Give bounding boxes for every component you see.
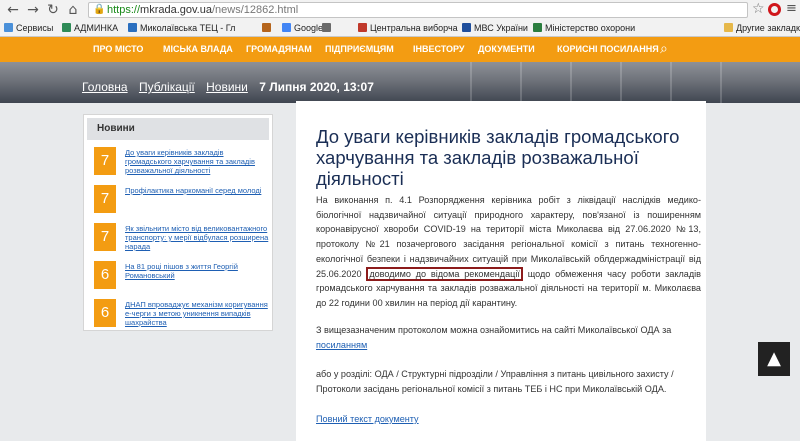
breadcrumb-publications[interactable]: Публікації [139, 80, 195, 94]
search-icon[interactable]: ⌕ [660, 41, 668, 58]
browser-chrome: ← → ↻ ⌂ 🔒 https://mkrada.gov.ua/news/128… [0, 0, 800, 37]
date-badge: 7 [94, 147, 116, 175]
breadcrumb-home[interactable]: Головна [82, 80, 128, 94]
news-sidebar: Новини 7 До уваги керівників закладів гр… [83, 114, 273, 331]
news-link[interactable]: Як звільнити місто від великовантажного … [125, 224, 270, 251]
arrow-up-icon: ▲ [767, 348, 781, 369]
bookmark-item[interactable]: Миколаївська ТЕЦ - Гл [128, 22, 235, 34]
bookmark-icon [462, 23, 471, 32]
forward-icon[interactable]: → [24, 1, 42, 19]
date-badge: 7 [94, 185, 116, 213]
breadcrumb-news[interactable]: Новини [206, 80, 248, 94]
google-icon [282, 23, 291, 32]
bookmark-item[interactable] [262, 22, 274, 34]
news-list-item: 7 Профілактика наркоманії серед молоді [94, 185, 270, 215]
main-nav: ПРО МІСТО МІСЬКА ВЛАДА ГРОМАДЯНАМ ПІДПРИ… [0, 37, 800, 62]
address-bar[interactable]: 🔒 https://mkrada.gov.ua/news/12862.html [88, 2, 748, 18]
news-list-item: 7 До уваги керівників закладів громадськ… [94, 147, 270, 177]
apps-icon [4, 23, 13, 32]
bookmark-item[interactable] [322, 22, 334, 34]
home-icon[interactable]: ⌂ [64, 1, 82, 19]
article: До уваги керівників закладів громадськог… [296, 101, 706, 441]
paragraph-text: З вищезазначеним протоколом можна ознайо… [316, 325, 672, 335]
news-link[interactable]: ДНАП впроваджує механізм коригування е-ч… [125, 300, 270, 327]
article-paragraph: На виконання п. 4.1 Розпорядження керівн… [316, 193, 701, 311]
bookmark-item[interactable]: Google [282, 22, 323, 34]
url-host: mkrada.gov.ua [140, 4, 212, 16]
news-link[interactable]: На 81 році пішов з життя Георгій Романов… [125, 262, 270, 280]
article-title: До уваги керівників закладів громадськог… [316, 126, 680, 189]
article-paragraph: З вищезазначеним протоколом можна ознайо… [316, 323, 701, 352]
bookmark-item[interactable]: МВС України [462, 22, 528, 34]
back-icon[interactable]: ← [4, 1, 22, 19]
highlighted-text: доводимо до відома рекомендації [366, 266, 523, 281]
bookmark-icon [262, 23, 271, 32]
nav-item-documents[interactable]: ДОКУМЕНТИ [478, 37, 535, 62]
url-scheme: https:// [107, 4, 141, 16]
bookmark-icon [322, 23, 331, 32]
nav-item-city-government[interactable]: МІСЬКА ВЛАДА [163, 37, 233, 62]
scroll-to-top-button[interactable]: ▲ [758, 342, 790, 376]
full-text-link[interactable]: Повний текст документу [316, 414, 419, 424]
date-badge: 6 [94, 299, 116, 327]
url-path: /news/12862.html [211, 4, 299, 16]
paragraph-text: На виконання п. 4.1 Розпорядження керівн… [316, 195, 701, 279]
bookmark-icon [62, 23, 71, 32]
news-list-item: 6 ДНАП впроваджує механізм коригування е… [94, 299, 270, 329]
bookmark-item[interactable]: Сервисы [4, 22, 53, 34]
bookmark-icon [533, 23, 542, 32]
nav-item-useful-links[interactable]: КОРИСНІ ПОСИЛАННЯ [557, 37, 659, 62]
date-badge: 6 [94, 261, 116, 289]
bookmark-item[interactable]: Другие закладки [724, 22, 800, 34]
breadcrumb-date: 7 Липня 2020, 13:07 [259, 80, 374, 94]
bookmark-item[interactable]: Центральна виборча [358, 22, 458, 34]
article-paragraph: Повний текст документу [316, 412, 701, 427]
news-list-item: 7 Як звільнити місто від великовантажног… [94, 223, 270, 253]
reload-icon[interactable]: ↻ [44, 1, 62, 19]
bookmarks-bar: Сервисы АДМИНКА Миколаївська ТЕЦ - Гл Go… [0, 20, 800, 36]
bookmark-icon [128, 23, 137, 32]
nav-item-investors[interactable]: ІНВЕСТОРУ [413, 37, 465, 62]
news-link[interactable]: До уваги керівників закладів громадськог… [125, 148, 270, 175]
sidebar-title: Новини [87, 118, 269, 140]
nav-item-entrepreneurs[interactable]: ПІДПРИЄМЦЯМ [325, 37, 394, 62]
date-badge: 7 [94, 223, 116, 251]
news-list-item: 6 На 81 році пішов з життя Георгій Роман… [94, 261, 270, 291]
browser-toolbar: ← → ↻ ⌂ 🔒 https://mkrada.gov.ua/news/128… [0, 0, 800, 20]
protocol-link[interactable]: посиланням [316, 340, 367, 350]
bookmark-item[interactable]: АДМИНКА [62, 22, 118, 34]
opera-icon[interactable] [768, 3, 781, 16]
menu-icon[interactable]: ≡ [786, 1, 797, 16]
folder-icon [724, 23, 733, 32]
nav-item-citizens[interactable]: ГРОМАДЯНАМ [246, 37, 312, 62]
bookmark-item[interactable]: Міністерство охорони [533, 22, 635, 34]
nav-item-about-city[interactable]: ПРО МІСТО [93, 37, 143, 62]
bookmark-star-icon[interactable]: ☆ [752, 1, 765, 17]
bookmark-icon [358, 23, 367, 32]
news-link[interactable]: Профілактика наркоманії серед молоді [125, 186, 270, 195]
article-paragraph: або у розділі: ОДА / Структурні підрозді… [316, 369, 674, 394]
breadcrumb: Головна Публікації Новини 7 Липня 2020, … [82, 80, 382, 98]
lock-icon: 🔒 [93, 4, 106, 15]
